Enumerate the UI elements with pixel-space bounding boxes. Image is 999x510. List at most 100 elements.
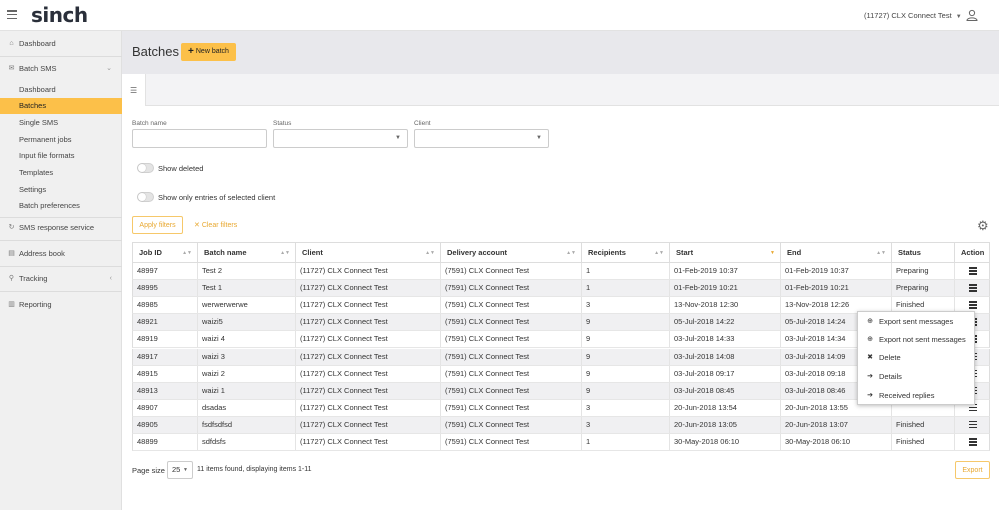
menu-item-delete[interactable]: ✖ Delete bbox=[858, 349, 976, 367]
sidebar-item-sms-response-service[interactable]: ↻ SMS response service bbox=[0, 220, 122, 236]
sidebar-item-batches[interactable]: Batches bbox=[0, 98, 122, 114]
home-icon: ⌂ bbox=[9, 40, 14, 47]
client-select[interactable]: ▼ bbox=[414, 129, 549, 148]
cell-start: 05-Jul-2018 14:22 bbox=[670, 314, 781, 331]
table-row: 48905 fsdfsdfsd (11727) CLX Connect Test (7… bbox=[132, 416, 990, 434]
new-batch-button[interactable]: + New batch bbox=[181, 43, 236, 61]
menu-item-label: Details bbox=[879, 372, 902, 381]
action-menu-icon[interactable] bbox=[969, 420, 977, 429]
menu-item-received-replies[interactable]: ➔ Received replies bbox=[858, 387, 976, 405]
export-button[interactable]: Export bbox=[955, 461, 990, 479]
cell-client: (11727) CLX Connect Test bbox=[296, 416, 441, 433]
view-tabs: ☰ bbox=[122, 74, 999, 106]
chevron-left-icon: ‹ bbox=[109, 275, 112, 282]
page-size-select[interactable]: 25 ▼ bbox=[167, 461, 193, 479]
table-row: 48997 Test 2 (11727) CLX Connect Test (7591… bbox=[132, 263, 990, 280]
gear-icon[interactable]: ⚙ bbox=[977, 219, 989, 232]
cell-recipients: 3 bbox=[582, 399, 670, 416]
sort-icon: ▲▼ bbox=[425, 250, 435, 256]
cell-batch-name: waizi 4 bbox=[198, 331, 296, 348]
sidebar-item-label: Tracking bbox=[19, 274, 48, 283]
cell-job-id: 48985 bbox=[133, 297, 198, 314]
sidebar-item-address-book[interactable]: ▤ Address book bbox=[0, 246, 122, 262]
batch-name-label: Batch name bbox=[132, 120, 167, 127]
sidebar-item-batch-sms[interactable]: ✉ Batch SMS ⌄ bbox=[0, 61, 122, 77]
cell-client: (11727) CLX Connect Test bbox=[296, 348, 441, 365]
batch-name-input[interactable] bbox=[132, 129, 267, 148]
apply-filters-button[interactable]: Apply filters bbox=[132, 216, 183, 234]
cell-status: Preparing bbox=[892, 280, 955, 297]
clear-filters-button[interactable]: ✕ Clear filters bbox=[194, 221, 237, 229]
column-label: Delivery account bbox=[447, 248, 508, 257]
sidebar-item-label: Batches bbox=[19, 101, 47, 110]
column-recipients[interactable]: Recipients ▲▼ bbox=[582, 243, 670, 263]
list-icon: ☰ bbox=[130, 86, 138, 95]
cell-job-id: 48921 bbox=[133, 314, 198, 331]
account-label: (11727) CLX Connect Test bbox=[864, 11, 952, 20]
cell-delivery-account: (7591) CLX Connect Test bbox=[441, 416, 582, 433]
sidebar-item-label: Permanent jobs bbox=[19, 135, 72, 144]
column-label: Action bbox=[961, 248, 985, 257]
page-size-value: 25 bbox=[172, 465, 181, 474]
action-menu-icon[interactable] bbox=[969, 284, 977, 292]
cell-batch-name: sdfdsfs bbox=[198, 434, 296, 450]
cell-start: 03-Jul-2018 08:45 bbox=[670, 382, 781, 399]
cell-recipients: 9 bbox=[582, 348, 670, 365]
cell-recipients: 3 bbox=[582, 297, 670, 314]
account-selector[interactable]: (11727) CLX Connect Test ▼ bbox=[864, 11, 962, 20]
cell-client: (11727) CLX Connect Test bbox=[296, 434, 441, 450]
action-menu-icon[interactable] bbox=[969, 267, 977, 275]
column-end[interactable]: End ▲▼ bbox=[781, 243, 892, 263]
sidebar-item-reporting[interactable]: ▥ Reporting bbox=[0, 297, 122, 313]
show-selected-client-toggle[interactable] bbox=[137, 192, 154, 202]
cell-client: (11727) CLX Connect Test bbox=[296, 263, 441, 279]
column-delivery-account[interactable]: Delivery account ▲▼ bbox=[441, 243, 582, 263]
menu-item-export-not-sent[interactable]: ⊕ Export not sent messages bbox=[858, 331, 976, 349]
client-label: Client bbox=[414, 120, 431, 127]
column-batch-name[interactable]: Batch name ▲▼ bbox=[198, 243, 296, 263]
menu-icon[interactable] bbox=[7, 10, 17, 20]
sidebar-item-settings[interactable]: Settings bbox=[0, 182, 122, 198]
cell-delivery-account: (7591) CLX Connect Test bbox=[441, 297, 582, 314]
sidebar-item-input-file-formats[interactable]: Input file formats bbox=[0, 148, 122, 164]
cell-start: 03-Jul-2018 14:33 bbox=[670, 331, 781, 348]
status-select[interactable]: ▼ bbox=[273, 129, 408, 148]
sidebar-item-label: Input file formats bbox=[19, 151, 75, 160]
column-label: Job ID bbox=[139, 248, 162, 257]
sidebar-item-label: Settings bbox=[19, 185, 47, 194]
arrow-right-icon: ➔ bbox=[867, 373, 873, 380]
cell-end: 01-Feb-2019 10:37 bbox=[781, 263, 892, 279]
sidebar-item-single-sms[interactable]: Single SMS bbox=[0, 115, 122, 131]
cell-client: (11727) CLX Connect Test bbox=[296, 365, 441, 382]
chevron-down-icon: ▼ bbox=[536, 135, 542, 141]
menu-item-export-sent[interactable]: ⊕ Export sent messages bbox=[858, 313, 976, 331]
sidebar-item-dashboard[interactable]: ⌂ Dashboard bbox=[0, 36, 122, 52]
sidebar-item-tracking[interactable]: ⚲ Tracking ‹ bbox=[0, 271, 122, 287]
action-menu-icon[interactable] bbox=[969, 438, 977, 446]
column-client[interactable]: Client ▲▼ bbox=[296, 243, 441, 263]
cell-end: 20-Jun-2018 13:07 bbox=[781, 416, 892, 433]
cell-delivery-account: (7591) CLX Connect Test bbox=[441, 331, 582, 348]
show-deleted-toggle[interactable] bbox=[137, 163, 154, 173]
sidebar-item-label: Dashboard bbox=[19, 39, 56, 48]
cell-batch-name: waizi 1 bbox=[198, 382, 296, 399]
column-start[interactable]: Start ▼ bbox=[670, 243, 781, 263]
column-status[interactable]: Status bbox=[892, 243, 955, 263]
cell-job-id: 48907 bbox=[133, 399, 198, 416]
user-icon[interactable] bbox=[966, 9, 978, 21]
sidebar-item-templates[interactable]: Templates bbox=[0, 165, 122, 181]
cell-start: 30-May-2018 06:10 bbox=[670, 434, 781, 450]
page-header: Batches + New batch bbox=[122, 31, 999, 74]
menu-item-label: Delete bbox=[879, 353, 901, 362]
chevron-down-icon: ▼ bbox=[955, 14, 962, 20]
column-label: Batch name bbox=[204, 248, 247, 257]
cell-start: 20-Jun-2018 13:54 bbox=[670, 399, 781, 416]
action-menu-icon[interactable] bbox=[969, 301, 977, 309]
arrow-right-icon: ➔ bbox=[867, 392, 873, 399]
sidebar-item-permanent-jobs[interactable]: Permanent jobs bbox=[0, 132, 122, 148]
tab-list-view[interactable]: ☰ bbox=[122, 74, 146, 106]
sidebar-item-batch-preferences[interactable]: Batch preferences bbox=[0, 198, 122, 214]
column-job-id[interactable]: Job ID ▲▼ bbox=[133, 243, 198, 263]
menu-item-details[interactable]: ➔ Details bbox=[858, 368, 976, 386]
sidebar-item-batch-dashboard[interactable]: Dashboard bbox=[0, 82, 122, 98]
